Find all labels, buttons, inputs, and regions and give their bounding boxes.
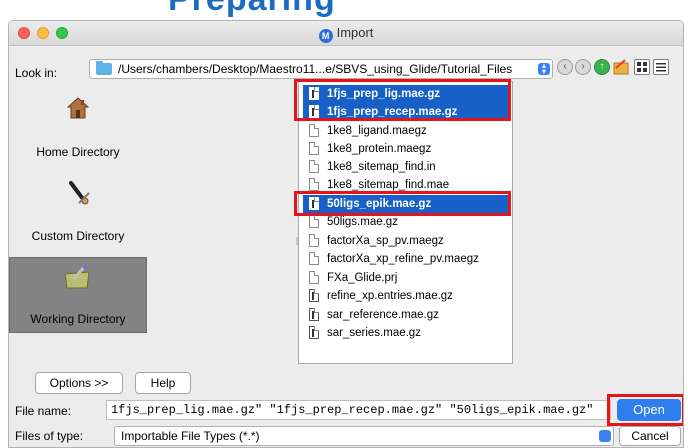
sidebar-item-custom[interactable]: Custom Directory bbox=[9, 173, 147, 249]
file-icon bbox=[309, 234, 319, 247]
file-icon bbox=[309, 178, 319, 191]
sidebar-item-label: Home Directory bbox=[36, 145, 120, 159]
sidebar-item-home[interactable]: Home Directory bbox=[9, 89, 147, 165]
options-button[interactable]: Options >> bbox=[35, 372, 123, 394]
forward-icon[interactable]: › bbox=[575, 59, 591, 75]
file-icon bbox=[309, 252, 319, 265]
background-heading-text: Preparing bbox=[168, 0, 336, 19]
list-item[interactable]: 1ke8_sitemap_find.in bbox=[303, 158, 511, 176]
sidebar-item-working[interactable]: Working Directory bbox=[9, 257, 147, 333]
background-heading: Preparing bbox=[0, 0, 688, 22]
sidebar: Home Directory Custom Directory Working … bbox=[9, 89, 154, 369]
cancel-button[interactable]: Cancel bbox=[619, 426, 681, 446]
new-folder-icon[interactable] bbox=[613, 58, 629, 75]
file-name-input[interactable]: 1fjs_prep_lig.mae.gz" "1fjs_prep_recep.m… bbox=[106, 400, 611, 420]
file-type-dropdown[interactable]: Importable File Types (*.*) bbox=[114, 426, 614, 446]
sidebar-item-label: Custom Directory bbox=[31, 229, 125, 243]
executable-file-icon bbox=[309, 105, 319, 118]
working-directory-icon bbox=[64, 265, 90, 289]
executable-file-icon bbox=[309, 197, 319, 210]
list-item[interactable]: 50ligs_epik.mae.gz bbox=[303, 195, 511, 213]
dropdown-arrows-icon bbox=[599, 430, 611, 442]
list-item[interactable]: 50ligs.mae.gz bbox=[303, 213, 511, 231]
file-icon bbox=[309, 124, 319, 137]
list-item[interactable]: 1ke8_ligand.maegz bbox=[303, 122, 511, 140]
help-button[interactable]: Help bbox=[135, 372, 191, 394]
look-in-label: Look in: bbox=[15, 66, 58, 80]
window-title-text: Import bbox=[336, 25, 374, 40]
executable-file-icon bbox=[309, 308, 319, 321]
list-item[interactable]: refine_xp.entries.mae.gz bbox=[303, 287, 511, 305]
folder-icon bbox=[96, 61, 112, 75]
back-icon[interactable]: ‹ bbox=[557, 59, 573, 75]
maestro-app-icon: M bbox=[318, 29, 333, 43]
home-icon bbox=[67, 97, 89, 119]
file-icon bbox=[309, 160, 319, 173]
import-dialog: M Import Look in: /Users/chambers/Desktop… bbox=[8, 20, 684, 448]
list-item[interactable]: sar_reference.mae.gz bbox=[303, 306, 511, 324]
sidebar-item-label: Working Directory bbox=[30, 312, 126, 326]
list-item[interactable]: 1ke8_protein.maegz bbox=[303, 140, 511, 158]
executable-file-icon bbox=[309, 289, 319, 302]
file-type-value: Importable File Types (*.*) bbox=[121, 429, 260, 443]
file-list[interactable]: 1fjs_prep_lig.mae.gz 1fjs_prep_recep.mae… bbox=[298, 81, 513, 364]
list-item[interactable]: factorXa_sp_pv.maegz bbox=[303, 232, 511, 250]
file-type-label: Files of type: bbox=[15, 429, 84, 443]
look-in-path-dropdown[interactable]: /Users/chambers/Desktop/Maestro11...e/SB… bbox=[89, 59, 553, 79]
list-item[interactable]: sar_series.mae.gz bbox=[303, 324, 511, 342]
title-bar[interactable]: M Import bbox=[9, 21, 683, 46]
executable-file-icon bbox=[309, 87, 319, 100]
executable-file-icon bbox=[309, 326, 319, 339]
list-item[interactable]: factorXa_xp_refine_pv.maegz bbox=[303, 250, 511, 268]
dropdown-arrows-icon: ▴ ▾ bbox=[538, 62, 550, 76]
detail-view-icon[interactable] bbox=[653, 59, 669, 75]
custom-directory-icon bbox=[69, 181, 90, 205]
list-item[interactable]: 1fjs_prep_lig.mae.gz bbox=[303, 85, 511, 103]
file-name-label: File name: bbox=[15, 404, 72, 418]
file-icon bbox=[309, 142, 319, 155]
list-item[interactable]: 1ke8_sitemap_find.mae bbox=[303, 176, 511, 194]
window-title: M Import bbox=[9, 25, 683, 43]
list-view-icon[interactable] bbox=[634, 59, 650, 75]
list-item[interactable]: FXa_Glide.prj bbox=[303, 269, 511, 287]
look-in-path-text: /Users/chambers/Desktop/Maestro11...e/SB… bbox=[118, 62, 513, 76]
open-button[interactable]: Open bbox=[617, 399, 681, 421]
file-icon bbox=[309, 271, 319, 284]
file-icon bbox=[309, 215, 319, 228]
up-folder-icon[interactable]: ↑ bbox=[594, 59, 610, 75]
list-item[interactable]: 1fjs_prep_recep.mae.gz bbox=[303, 103, 511, 121]
